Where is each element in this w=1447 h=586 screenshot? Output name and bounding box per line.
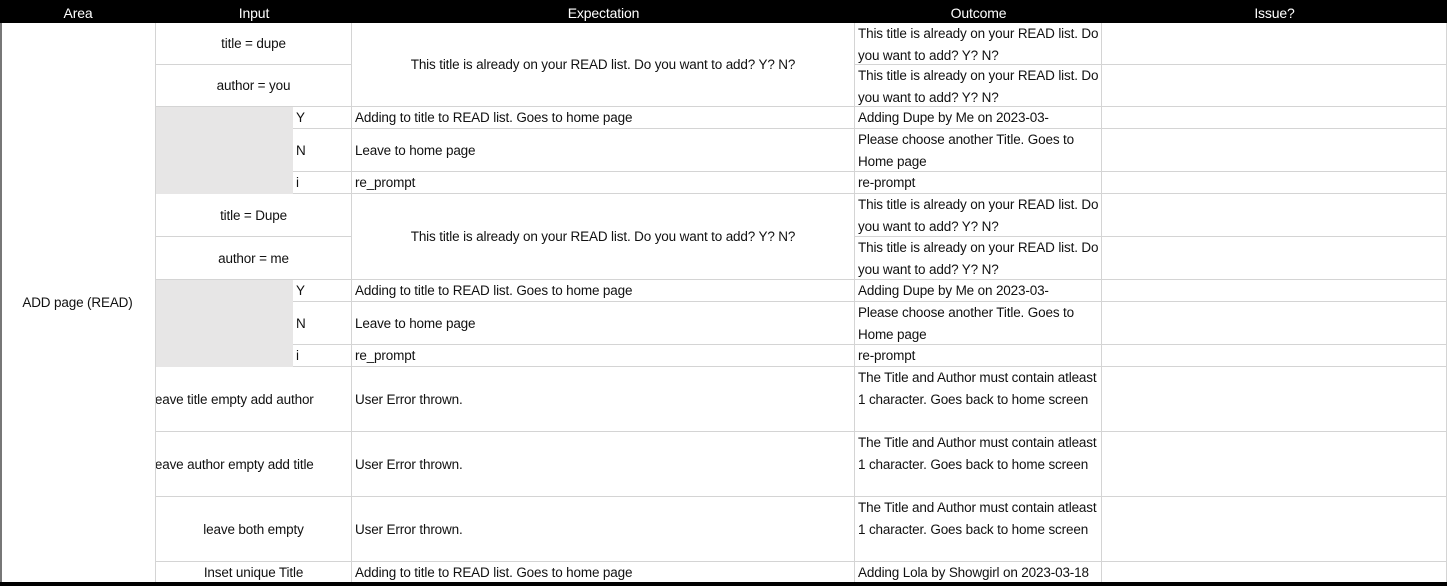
key-cell[interactable]: N	[293, 302, 352, 345]
input-cell[interactable]: author = you	[156, 65, 352, 107]
expectation-cell[interactable]: This title is already on your READ list.…	[352, 23, 855, 107]
input-cell[interactable]: title = Dupe	[156, 194, 352, 237]
bottom-border	[0, 582, 1447, 586]
expectation-cell[interactable]: This title is already on your READ list.…	[352, 194, 855, 280]
gray-filled-cell[interactable]	[156, 280, 293, 367]
issue-cell[interactable]	[1102, 562, 1447, 583]
outcome-cell[interactable]: Adding Dupe by Me on 2023-03-	[855, 280, 1102, 302]
outcome-cell[interactable]: The Title and Author must contain atleas…	[855, 497, 1102, 562]
header-issue[interactable]: Issue?	[1102, 0, 1447, 23]
outcome-cell[interactable]: re-prompt	[855, 172, 1102, 194]
input-cell[interactable]: leave both empty	[156, 497, 352, 562]
expectation-cell[interactable]: Leave to home page	[352, 302, 855, 345]
expectation-cell[interactable]: re_prompt	[352, 172, 855, 194]
outcome-cell[interactable]: re-prompt	[855, 345, 1102, 367]
input-cell[interactable]: Inset unique Title	[156, 562, 352, 583]
issue-cell[interactable]	[1102, 65, 1447, 107]
issue-cell[interactable]	[1102, 367, 1447, 432]
expectation-cell[interactable]: Adding to title to READ list. Goes to ho…	[352, 280, 855, 302]
expectation-cell[interactable]: Adding to title to READ list. Goes to ho…	[352, 107, 855, 129]
expectation-cell[interactable]: User Error thrown.	[352, 497, 855, 562]
issue-cell[interactable]	[1102, 107, 1447, 129]
expectation-cell[interactable]: User Error thrown.	[352, 367, 855, 432]
outcome-cell[interactable]: Adding Dupe by Me on 2023-03-	[855, 107, 1102, 129]
header-expectation[interactable]: Expectation	[352, 0, 855, 23]
gray-filled-cell[interactable]	[156, 107, 293, 194]
issue-cell[interactable]	[1102, 280, 1447, 302]
expectation-cell[interactable]: Adding to title to READ list. Goes to ho…	[352, 562, 855, 583]
key-cell[interactable]: N	[293, 129, 352, 172]
input-text: leave author empty add title	[156, 456, 314, 472]
outcome-cell[interactable]: This title is already on your READ list.…	[855, 23, 1102, 65]
input-cell[interactable]: leave author empty add title	[156, 432, 352, 497]
expectation-cell[interactable]: re_prompt	[352, 345, 855, 367]
key-cell[interactable]: Y	[293, 280, 352, 302]
issue-cell[interactable]	[1102, 345, 1447, 367]
outcome-cell[interactable]: The Title and Author must contain atleas…	[855, 432, 1102, 497]
outcome-cell[interactable]: Please choose another Title. Goes to Hom…	[855, 129, 1102, 172]
issue-cell[interactable]	[1102, 23, 1447, 65]
outcome-cell[interactable]: This title is already on your READ list.…	[855, 65, 1102, 107]
input-cell[interactable]: author = me	[156, 237, 352, 280]
outcome-cell[interactable]: The Title and Author must contain atleas…	[855, 367, 1102, 432]
header-input[interactable]: Input	[156, 0, 352, 23]
issue-cell[interactable]	[1102, 432, 1447, 497]
expectation-cell[interactable]: Leave to home page	[352, 129, 855, 172]
issue-cell[interactable]	[1102, 172, 1447, 194]
key-cell[interactable]: Y	[293, 107, 352, 129]
issue-cell[interactable]	[1102, 129, 1447, 172]
outcome-cell[interactable]: Please choose another Title. Goes to Hom…	[855, 302, 1102, 345]
outcome-cell[interactable]: This title is already on your READ list.…	[855, 237, 1102, 280]
area-cell[interactable]: ADD page (READ)	[0, 23, 156, 583]
header-outcome[interactable]: Outcome	[855, 0, 1102, 23]
key-cell[interactable]: i	[293, 172, 352, 194]
header-row: Area Input Expectation Outcome Issue?	[0, 0, 1447, 23]
issue-cell[interactable]	[1102, 302, 1447, 345]
key-cell[interactable]: i	[293, 345, 352, 367]
header-area[interactable]: Area	[0, 0, 156, 23]
input-text: leave title empty add author	[156, 391, 314, 407]
input-cell[interactable]: title = dupe	[156, 23, 352, 65]
input-cell[interactable]: leave title empty add author	[156, 367, 352, 432]
issue-cell[interactable]	[1102, 497, 1447, 562]
outcome-cell[interactable]: This title is already on your READ list.…	[855, 194, 1102, 237]
issue-cell[interactable]	[1102, 194, 1447, 237]
issue-cell[interactable]	[1102, 237, 1447, 280]
outcome-cell[interactable]: Adding Lola by Showgirl on 2023-03-18	[855, 562, 1102, 583]
expectation-cell[interactable]: User Error thrown.	[352, 432, 855, 497]
